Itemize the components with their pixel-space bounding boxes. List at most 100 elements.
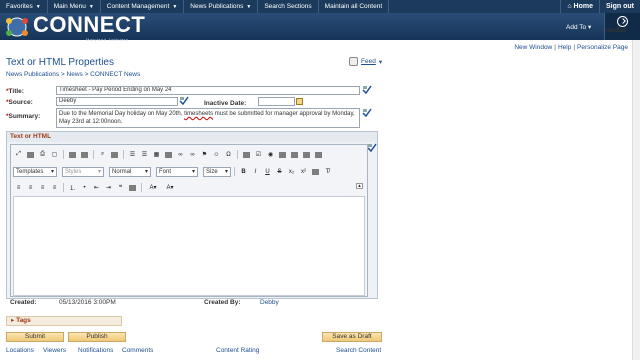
created-value: 05/13/2016 3:00PM bbox=[59, 299, 116, 306]
select-all-icon[interactable]: ☰ bbox=[127, 150, 138, 160]
align-center-icon[interactable]: ≡ bbox=[25, 183, 36, 193]
find-icon[interactable]: ⌕ bbox=[97, 150, 108, 160]
add-to-label: Add To bbox=[566, 24, 587, 31]
banner: CONNECT Maryland Judiciary Add To ▾ NavB… bbox=[0, 12, 640, 42]
search-content-link[interactable]: Search Content bbox=[336, 347, 381, 354]
image-icon[interactable] bbox=[163, 150, 174, 160]
align-right-icon[interactable]: ≡ bbox=[37, 183, 48, 193]
special-char-icon[interactable]: Ω bbox=[223, 150, 234, 160]
add-to-menu[interactable]: Add To ▾ bbox=[566, 23, 591, 31]
created-label: Created: bbox=[10, 299, 37, 306]
numbered-list-icon[interactable]: ⒈ bbox=[67, 183, 78, 193]
spellcheck-icon[interactable] bbox=[367, 143, 377, 152]
help-link[interactable]: Help bbox=[558, 44, 571, 51]
textarea-icon[interactable] bbox=[289, 150, 300, 160]
inactive-date-input[interactable] bbox=[258, 97, 295, 106]
publish-button[interactable]: Publish bbox=[68, 332, 126, 342]
viewers-link[interactable]: Viewers bbox=[43, 347, 66, 354]
textfield-icon[interactable] bbox=[277, 150, 288, 160]
superscript-icon[interactable]: x² bbox=[298, 167, 309, 177]
summary-textarea[interactable]: Due to the Memorial Day holiday on May 2… bbox=[56, 108, 360, 128]
comments-link[interactable]: Comments bbox=[122, 347, 153, 354]
form-icon[interactable] bbox=[241, 150, 252, 160]
editor-content-area[interactable] bbox=[13, 196, 365, 296]
menu-favorites-label: Favorites bbox=[6, 3, 33, 10]
div-container-icon[interactable] bbox=[127, 183, 138, 193]
created-by-value[interactable]: Debby bbox=[260, 299, 279, 306]
select-field-icon[interactable] bbox=[301, 150, 312, 160]
table-icon[interactable]: ▦ bbox=[151, 150, 162, 160]
align-left-icon[interactable]: ≡ bbox=[13, 183, 24, 193]
print-icon[interactable]: ⎙ bbox=[37, 150, 48, 160]
feed-link[interactable]: Feed ▾ bbox=[349, 57, 382, 66]
summary-misspelled-word: timesheets bbox=[184, 111, 214, 117]
spellcheck-icon[interactable] bbox=[362, 108, 372, 117]
vertical-scrollbar[interactable] bbox=[632, 40, 640, 360]
breadcrumb[interactable]: News Publications > News > CONNECT News bbox=[6, 71, 140, 78]
title-input[interactable]: Timesheet - Pay Period Ending on May 24 bbox=[56, 86, 360, 95]
personalize-page-link[interactable]: Personalize Page bbox=[577, 44, 628, 51]
background-color-icon[interactable]: A▾ bbox=[162, 183, 178, 193]
paste-icon[interactable] bbox=[67, 150, 78, 160]
spellcheck-icon[interactable] bbox=[179, 96, 189, 105]
collapse-toolbar-icon[interactable]: ▴ bbox=[356, 183, 363, 189]
button-field-icon[interactable] bbox=[313, 150, 324, 160]
source-label: *Source: bbox=[6, 99, 33, 106]
italic-icon[interactable]: I bbox=[250, 167, 261, 177]
notifications-link[interactable]: Notifications bbox=[78, 347, 113, 354]
styles-dropdown[interactable]: Styles bbox=[62, 166, 104, 177]
preview-icon[interactable] bbox=[25, 150, 36, 160]
anchor-flag-icon[interactable]: ⚑ bbox=[199, 150, 210, 160]
new-page-icon[interactable]: ▢ bbox=[49, 150, 60, 160]
menu-maintain-all-content[interactable]: Maintain all Content bbox=[319, 0, 390, 13]
new-window-link[interactable]: New Window bbox=[514, 44, 552, 51]
text-html-group-header: Text or HTML bbox=[7, 132, 377, 142]
save-draft-button[interactable]: Save as Draft bbox=[322, 332, 382, 342]
strikethrough-icon[interactable]: S bbox=[274, 167, 285, 177]
link-icon[interactable]: ∞ bbox=[175, 150, 186, 160]
radio-icon[interactable]: ◉ bbox=[265, 150, 276, 160]
submit-button[interactable]: Submit bbox=[6, 332, 64, 342]
remove-format-icon[interactable]: T̸ bbox=[322, 167, 333, 177]
content-rating-link[interactable]: Content Rating bbox=[216, 347, 259, 354]
calendar-icon[interactable] bbox=[296, 98, 303, 105]
size-dropdown[interactable]: Size bbox=[203, 166, 231, 177]
rich-text-editor: ⤢ ⎙ ▢ ⌕ ☰ ☰ ▦ ∞ ∞ ⚑ ☺ Ω ☑ ◉ Templates St… bbox=[10, 144, 368, 297]
signout-link[interactable]: Sign out bbox=[599, 0, 640, 13]
indent-icon[interactable]: ⇥ bbox=[103, 183, 114, 193]
maximize-icon[interactable]: ⤢ bbox=[13, 150, 24, 160]
menu-search-sections[interactable]: Search Sections bbox=[258, 0, 319, 13]
smiley-icon[interactable]: ☺ bbox=[211, 150, 222, 160]
format-dropdown[interactable]: Normal bbox=[109, 166, 151, 177]
subscript-icon[interactable]: x₂ bbox=[286, 167, 297, 177]
templates-dropdown[interactable]: Templates bbox=[13, 166, 57, 177]
summary-text-start: Due to the Memorial Day holiday on May 2… bbox=[59, 111, 185, 117]
paste-text-icon[interactable] bbox=[79, 150, 90, 160]
locations-link[interactable]: Locations bbox=[6, 347, 34, 354]
menu-news-publications[interactable]: News Publications ▼ bbox=[184, 0, 259, 13]
underline-icon[interactable]: U bbox=[262, 167, 273, 177]
checkbox-icon[interactable]: ☑ bbox=[253, 150, 264, 160]
menu-main-label: Main Menu bbox=[53, 3, 86, 10]
app-logo-text: CONNECT bbox=[33, 12, 146, 37]
horizontal-rule-icon[interactable]: ☰ bbox=[139, 150, 150, 160]
chevron-down-icon: ▼ bbox=[88, 4, 94, 10]
tags-section[interactable]: ▸ Tags bbox=[6, 316, 122, 326]
justify-icon[interactable]: ≡ bbox=[49, 183, 60, 193]
unlink-icon[interactable]: ∞ bbox=[187, 150, 198, 160]
bold-icon[interactable]: B bbox=[238, 167, 249, 177]
toolbar-separator bbox=[141, 183, 142, 192]
home-link[interactable]: ⌂ Home bbox=[560, 0, 599, 13]
source-input[interactable]: Deeby bbox=[56, 97, 178, 106]
chevron-down-icon: ▼ bbox=[172, 4, 178, 10]
navbar-button[interactable]: NavBar bbox=[604, 13, 640, 40]
replace-icon[interactable] bbox=[109, 150, 120, 160]
font-dropdown[interactable]: Font bbox=[156, 166, 198, 177]
format-painter-icon[interactable] bbox=[310, 167, 321, 177]
toolbar-separator bbox=[63, 150, 64, 159]
outdent-icon[interactable]: ⇤ bbox=[91, 183, 102, 193]
bulleted-list-icon[interactable]: • bbox=[79, 183, 90, 193]
blockquote-icon[interactable]: ❝ bbox=[115, 183, 126, 193]
text-color-icon[interactable]: A▾ bbox=[145, 183, 161, 193]
spellcheck-icon[interactable] bbox=[362, 85, 372, 94]
